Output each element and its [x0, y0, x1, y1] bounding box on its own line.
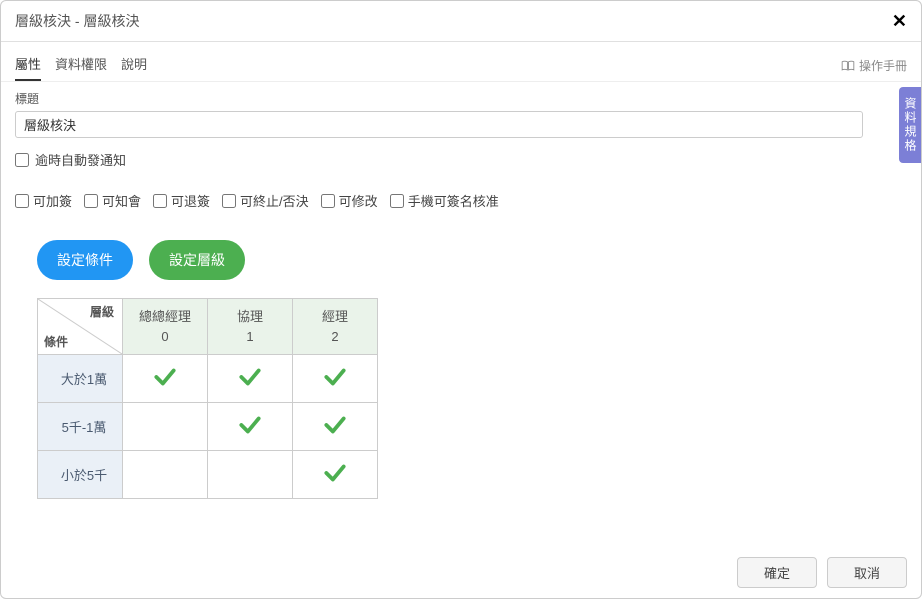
content-area: 標題 逾時自動發通知 可加簽 可知會 可退簽 可終止/否決 可修改 手機可簽名核… [1, 82, 921, 547]
manual-link[interactable]: 操作手冊 [841, 57, 907, 74]
dialog-title: 層級核決 - 層級核決 [15, 11, 139, 31]
set-condition-button[interactable]: 設定條件 [37, 240, 133, 280]
option-terminate-checkbox[interactable] [222, 194, 236, 208]
check-icon [152, 378, 178, 393]
side-tab-spec[interactable]: 資料規格 [899, 87, 921, 163]
tab-permissions[interactable]: 資料權限 [55, 50, 107, 81]
option-return[interactable]: 可退簽 [153, 191, 210, 210]
matrix-cell-0-1 [208, 355, 293, 403]
matrix-cell-2-0 [123, 451, 208, 499]
auto-notify-row: 逾時自動發通知 [15, 150, 907, 169]
matrix-row-0: 大於1萬 [38, 355, 378, 403]
approval-matrix: 層級 條件 總總經理 0 協理 1 經理 2 大於1萬 [37, 298, 378, 499]
tabs: 屬性 資料權限 說明 [15, 50, 147, 81]
option-terminate[interactable]: 可終止/否決 [222, 191, 309, 210]
level-header-2: 經理 2 [293, 299, 378, 355]
title-label: 標題 [15, 90, 907, 107]
dialog: 層級核決 - 層級核決 ✕ 屬性 資料權限 說明 操作手冊 標題 逾時自動發通知… [0, 0, 922, 599]
check-icon [322, 474, 348, 489]
dialog-header: 層級核決 - 層級核決 ✕ [1, 1, 921, 42]
condition-cell-1: 5千-1萬 [38, 403, 123, 451]
matrix-row-1: 5千-1萬 [38, 403, 378, 451]
check-icon [322, 378, 348, 393]
matrix-row-2: 小於5千 [38, 451, 378, 499]
cancel-button[interactable]: 取消 [827, 557, 907, 588]
matrix-cell-1-2 [293, 403, 378, 451]
dialog-footer: 確定 取消 [1, 547, 921, 598]
condition-cell-2: 小於5千 [38, 451, 123, 499]
check-icon [237, 426, 263, 441]
tab-help[interactable]: 說明 [121, 50, 147, 81]
option-return-checkbox[interactable] [153, 194, 167, 208]
close-icon[interactable]: ✕ [892, 12, 907, 30]
title-input[interactable] [15, 111, 863, 138]
manual-link-label: 操作手冊 [859, 57, 907, 74]
book-icon [841, 60, 855, 72]
matrix-cell-1-0 [123, 403, 208, 451]
matrix-cell-0-0 [123, 355, 208, 403]
corner-top-label: 層級 [90, 303, 114, 320]
matrix-cell-1-1 [208, 403, 293, 451]
option-add-sign-checkbox[interactable] [15, 194, 29, 208]
option-edit[interactable]: 可修改 [321, 191, 378, 210]
check-icon [322, 426, 348, 441]
options-row: 可加簽 可知會 可退簽 可終止/否決 可修改 手機可簽名核准 [15, 191, 907, 210]
corner-bottom-label: 條件 [44, 333, 68, 350]
matrix-corner: 層級 條件 [38, 299, 123, 355]
matrix-cell-2-2 [293, 451, 378, 499]
matrix-cell-2-1 [208, 451, 293, 499]
matrix-cell-0-2 [293, 355, 378, 403]
ok-button[interactable]: 確定 [737, 557, 817, 588]
action-buttons: 設定條件 設定層級 [37, 240, 907, 280]
auto-notify-label: 逾時自動發通知 [35, 150, 126, 169]
check-icon [237, 378, 263, 393]
set-level-button[interactable]: 設定層級 [149, 240, 245, 280]
option-notify-checkbox[interactable] [84, 194, 98, 208]
option-edit-checkbox[interactable] [321, 194, 335, 208]
auto-notify-checkbox[interactable] [15, 153, 29, 167]
option-mobile-sign-checkbox[interactable] [390, 194, 404, 208]
option-notify[interactable]: 可知會 [84, 191, 141, 210]
level-header-1: 協理 1 [208, 299, 293, 355]
condition-cell-0: 大於1萬 [38, 355, 123, 403]
tab-row: 屬性 資料權限 說明 操作手冊 [1, 42, 921, 82]
option-mobile-sign[interactable]: 手機可簽名核准 [390, 191, 499, 210]
option-add-sign[interactable]: 可加簽 [15, 191, 72, 210]
level-header-0: 總總經理 0 [123, 299, 208, 355]
tab-attributes[interactable]: 屬性 [15, 50, 41, 81]
